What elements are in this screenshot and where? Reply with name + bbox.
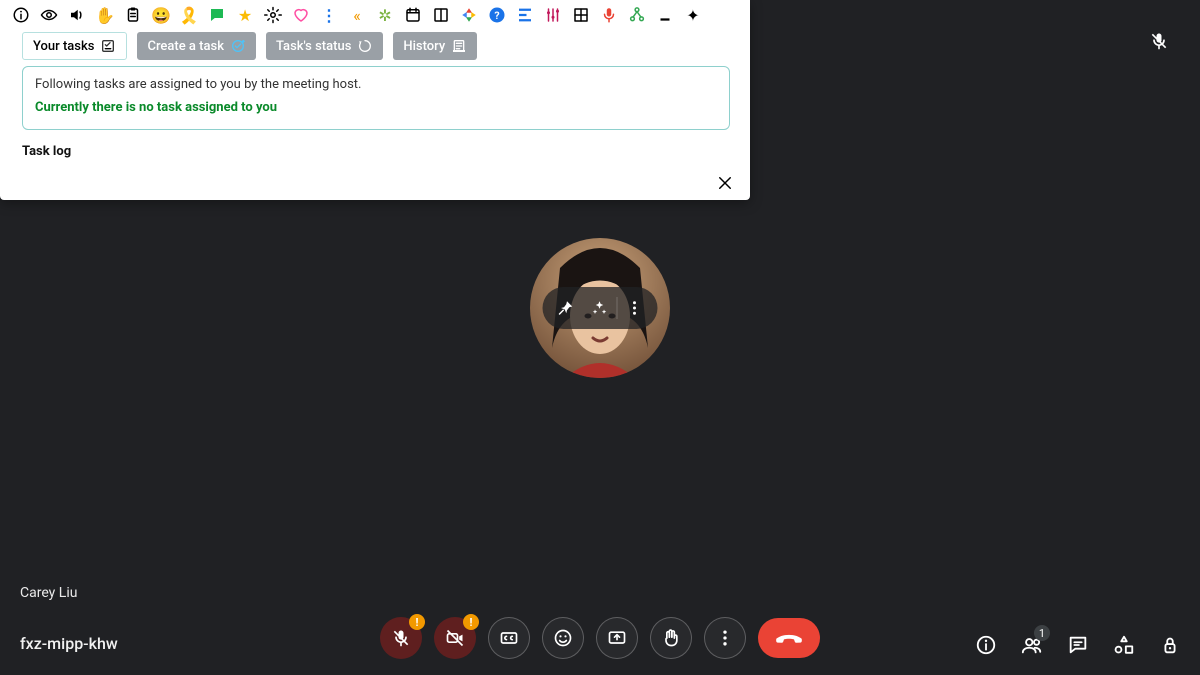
people-button[interactable]: 1 <box>1020 633 1044 657</box>
cam-alert-badge: ! <box>463 614 479 630</box>
ribbon-icon[interactable]: 🎗️ <box>180 6 198 24</box>
leave-call-button[interactable] <box>758 618 820 658</box>
task-log[interactable]: Task log <box>0 130 750 173</box>
help-icon[interactable]: ? <box>488 6 506 24</box>
raise-hand-button[interactable] <box>650 617 692 659</box>
colors-icon[interactable] <box>460 6 478 24</box>
tab-label: Task's status <box>276 39 351 54</box>
tabs-row: Your tasks Create a task Task's status H… <box>0 28 750 66</box>
sliders-icon[interactable] <box>544 6 562 24</box>
svg-text:?: ? <box>494 9 499 22</box>
minimize-icon[interactable] <box>656 6 674 24</box>
mic-alert-badge: ! <box>409 614 425 630</box>
tab-create-task[interactable]: Create a task <box>137 32 256 60</box>
tasks-panel: ✋ 😀 🎗️ ★ ⋮ « ✲ ? ✦ Your tasks Create a t… <box>0 0 750 200</box>
microphone-button[interactable]: ! <box>380 617 422 659</box>
task-box: Following tasks are assigned to you by t… <box>22 66 730 130</box>
hand-icon[interactable]: ✋ <box>96 6 114 24</box>
more-options-button[interactable] <box>704 617 746 659</box>
chat-bubble-icon[interactable] <box>208 6 226 24</box>
eye-icon[interactable] <box>40 6 58 24</box>
tab-label: Create a task <box>147 39 224 54</box>
task-description: Following tasks are assigned to you by t… <box>35 77 717 92</box>
tab-label: History <box>403 39 445 54</box>
present-button[interactable] <box>596 617 638 659</box>
mic-red-icon[interactable] <box>600 6 618 24</box>
mic-muted-indicator-icon <box>1148 30 1170 52</box>
participant-name: Carey Liu <box>20 585 77 601</box>
close-panel-button[interactable] <box>714 172 736 194</box>
star-icon[interactable]: ★ <box>236 6 254 24</box>
reactions-button[interactable] <box>542 617 584 659</box>
chat-button[interactable] <box>1066 633 1090 657</box>
call-controls: ! ! <box>380 617 820 659</box>
tab-task-status[interactable]: Task's status <box>266 32 383 60</box>
clipboard-icon[interactable] <box>124 6 142 24</box>
more-vertical-icon[interactable]: ⋮ <box>320 6 338 24</box>
text-doc-icon[interactable] <box>516 6 534 24</box>
tab-your-tasks[interactable]: Your tasks <box>22 32 127 60</box>
grid-icon[interactable] <box>572 6 590 24</box>
tab-history[interactable]: History <box>393 32 477 60</box>
sparkle-icon[interactable]: ✦ <box>684 6 702 24</box>
double-left-icon[interactable]: « <box>348 6 366 24</box>
tab-label: Your tasks <box>33 39 94 54</box>
tile-hover-controls <box>543 287 658 329</box>
camera-button[interactable]: ! <box>434 617 476 659</box>
host-controls-button[interactable] <box>1158 633 1182 657</box>
column-icon[interactable] <box>432 6 450 24</box>
nodes-icon[interactable] <box>628 6 646 24</box>
volume-icon[interactable] <box>68 6 86 24</box>
emoji-icon[interactable]: 😀 <box>152 6 170 24</box>
participant-tile[interactable] <box>530 238 670 378</box>
heart-icon[interactable] <box>292 6 310 24</box>
effects-button[interactable] <box>583 291 617 325</box>
task-empty-message: Currently there is no task assigned to y… <box>35 100 717 115</box>
tile-more-button[interactable] <box>618 291 652 325</box>
pinwheel-icon[interactable]: ✲ <box>376 6 394 24</box>
calendar-icon[interactable] <box>404 6 422 24</box>
right-panel-icons: 1 <box>974 633 1182 657</box>
info-icon[interactable] <box>12 6 30 24</box>
extensions-toolbar: ✋ 😀 🎗️ ★ ⋮ « ✲ ? ✦ <box>0 0 750 28</box>
meeting-details-button[interactable] <box>974 633 998 657</box>
meeting-code[interactable]: fxz-mipp-khw <box>20 634 118 653</box>
captions-button[interactable] <box>488 617 530 659</box>
people-count-badge: 1 <box>1034 625 1050 641</box>
gear-icon[interactable] <box>264 6 282 24</box>
pin-button[interactable] <box>549 291 583 325</box>
activities-button[interactable] <box>1112 633 1136 657</box>
